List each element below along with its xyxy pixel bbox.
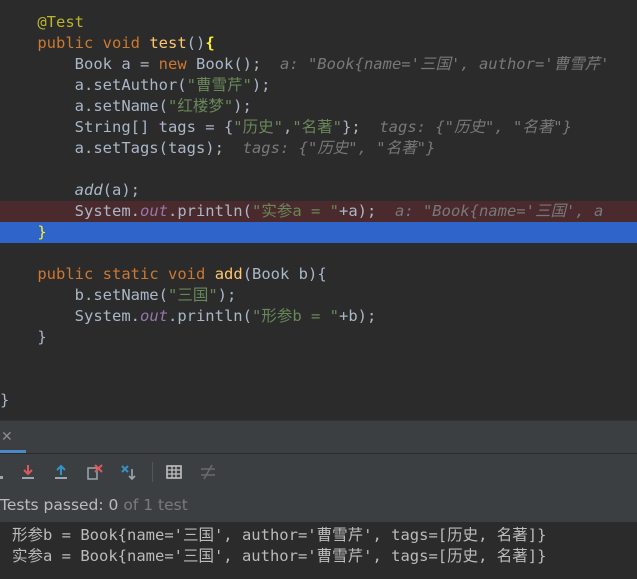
string-literal: "曹雪芹" [186,76,252,94]
code-line: @Test [0,12,637,33]
run-panel-tab-bar: ✕ [0,420,637,454]
code-text: (a); [102,181,140,199]
code-text: a.setTags(tags); [74,139,224,157]
keyword: void [168,265,206,283]
string-literal: "三国" [167,286,218,304]
code-text: } [0,391,10,409]
string-literal: "实参a = " [251,202,339,220]
code-line: public static void add(Book b){ [0,264,637,285]
code-text: Book(); [186,55,262,73]
code-line: add(a); [0,180,637,201]
code-line: a.setTags(tags); tags: {"历史", "名著"} [0,138,637,159]
code-text: .println( [167,202,252,220]
string-literal: "名著" [292,118,342,136]
keyword: static [102,265,159,283]
code-text: +a); [338,202,377,220]
test-runner-toolbar [0,453,637,490]
code-text: } [37,328,47,346]
code-line: a.setAuthor("曹雪芹"); [0,75,637,96]
code-text: b.setName( [74,286,168,304]
code-text: Book a = [74,55,159,73]
code-text: a.setName( [74,97,168,115]
keyword: new [158,55,187,73]
code-text: a.setAuthor( [74,76,187,94]
code-line: Book a = new Book(); a: "Book{name='三国',… [0,54,637,75]
method-name: test [149,34,187,52]
status-of-text: of [118,496,144,514]
close-icon[interactable]: ✕ [1,429,13,445]
toolbar-icon[interactable] [0,463,10,481]
code-line: b.setName("三国"); [0,285,637,306]
export-tests-icon[interactable] [52,463,70,481]
code-text: ); [217,286,237,304]
code-line: } [0,327,637,348]
table-icon[interactable] [165,463,183,481]
inline-debug-value: tags: {"历史", "名著"} [242,139,436,157]
code-text: }; [341,118,361,136]
code-text: String[] tags = { [74,118,234,136]
console-output[interactable]: 形参b = Book{name='三国', author='曹雪芹', tags… [0,523,637,579]
breakpoint-line: System.out.println("实参a = "+a); a: "Book… [0,201,637,222]
collapse-icon[interactable] [199,463,217,481]
code-text: +b); [338,307,377,325]
code-text: , [282,118,293,136]
rerun-failed-icon[interactable] [86,463,104,481]
inline-debug-value: a: "Book{name='三国', author='曹雪芹' [279,55,610,73]
status-label: Tests passed: [0,496,109,514]
string-literal: "形参b = " [251,307,339,325]
console-line: 形参b = Book{name='三国', author='曹雪芹', tags… [12,526,547,544]
code-line: a.setName("红楼梦"); [0,96,637,117]
passed-count: 0 [108,496,119,514]
method-name: add [214,265,243,283]
keyword: void [102,34,140,52]
code-text: .println( [167,307,252,325]
code-line: } [0,390,637,411]
string-literal: "红楼梦" [167,97,234,115]
import-tests-icon[interactable] [19,463,37,481]
code-text: ); [251,76,271,94]
sort-icon[interactable] [120,463,138,481]
keyword: public [37,34,94,52]
matched-brace: } [37,223,47,241]
console-line: 实参a = Book{name='三国', author='曹雪芹', tags… [12,547,547,565]
code-text: System. [74,202,140,220]
code-text: (Book b){ [242,265,327,283]
total-count: 1 test [143,496,188,514]
code-text: System. [74,307,140,325]
code-editor[interactable]: @Test public void test(){ Book a = new B… [0,0,637,420]
code-text: ); [233,97,252,115]
test-status-bar: Tests passed: 0 of 1 test [0,489,637,523]
keyword: public [37,265,94,283]
inline-debug-value: a: "Book{name='三国', a [394,202,604,220]
current-execution-line: } [0,222,637,243]
code-line: System.out.println("形参b = "+b); [0,306,637,327]
static-field: out [139,202,168,220]
static-field: out [139,307,168,325]
code-line: public void test(){ [0,33,637,54]
code-line: String[] tags = {"历史","名著"}; tags: {"历史"… [0,117,637,138]
inline-debug-value: tags: {"历史", "名著"} [379,118,572,136]
annotation: @Test [37,13,84,31]
string-literal: "历史" [233,118,283,136]
code-text: () [186,34,206,52]
method-call: add [74,181,103,199]
matched-brace: { [205,34,215,52]
toolbar-separator [152,462,153,482]
